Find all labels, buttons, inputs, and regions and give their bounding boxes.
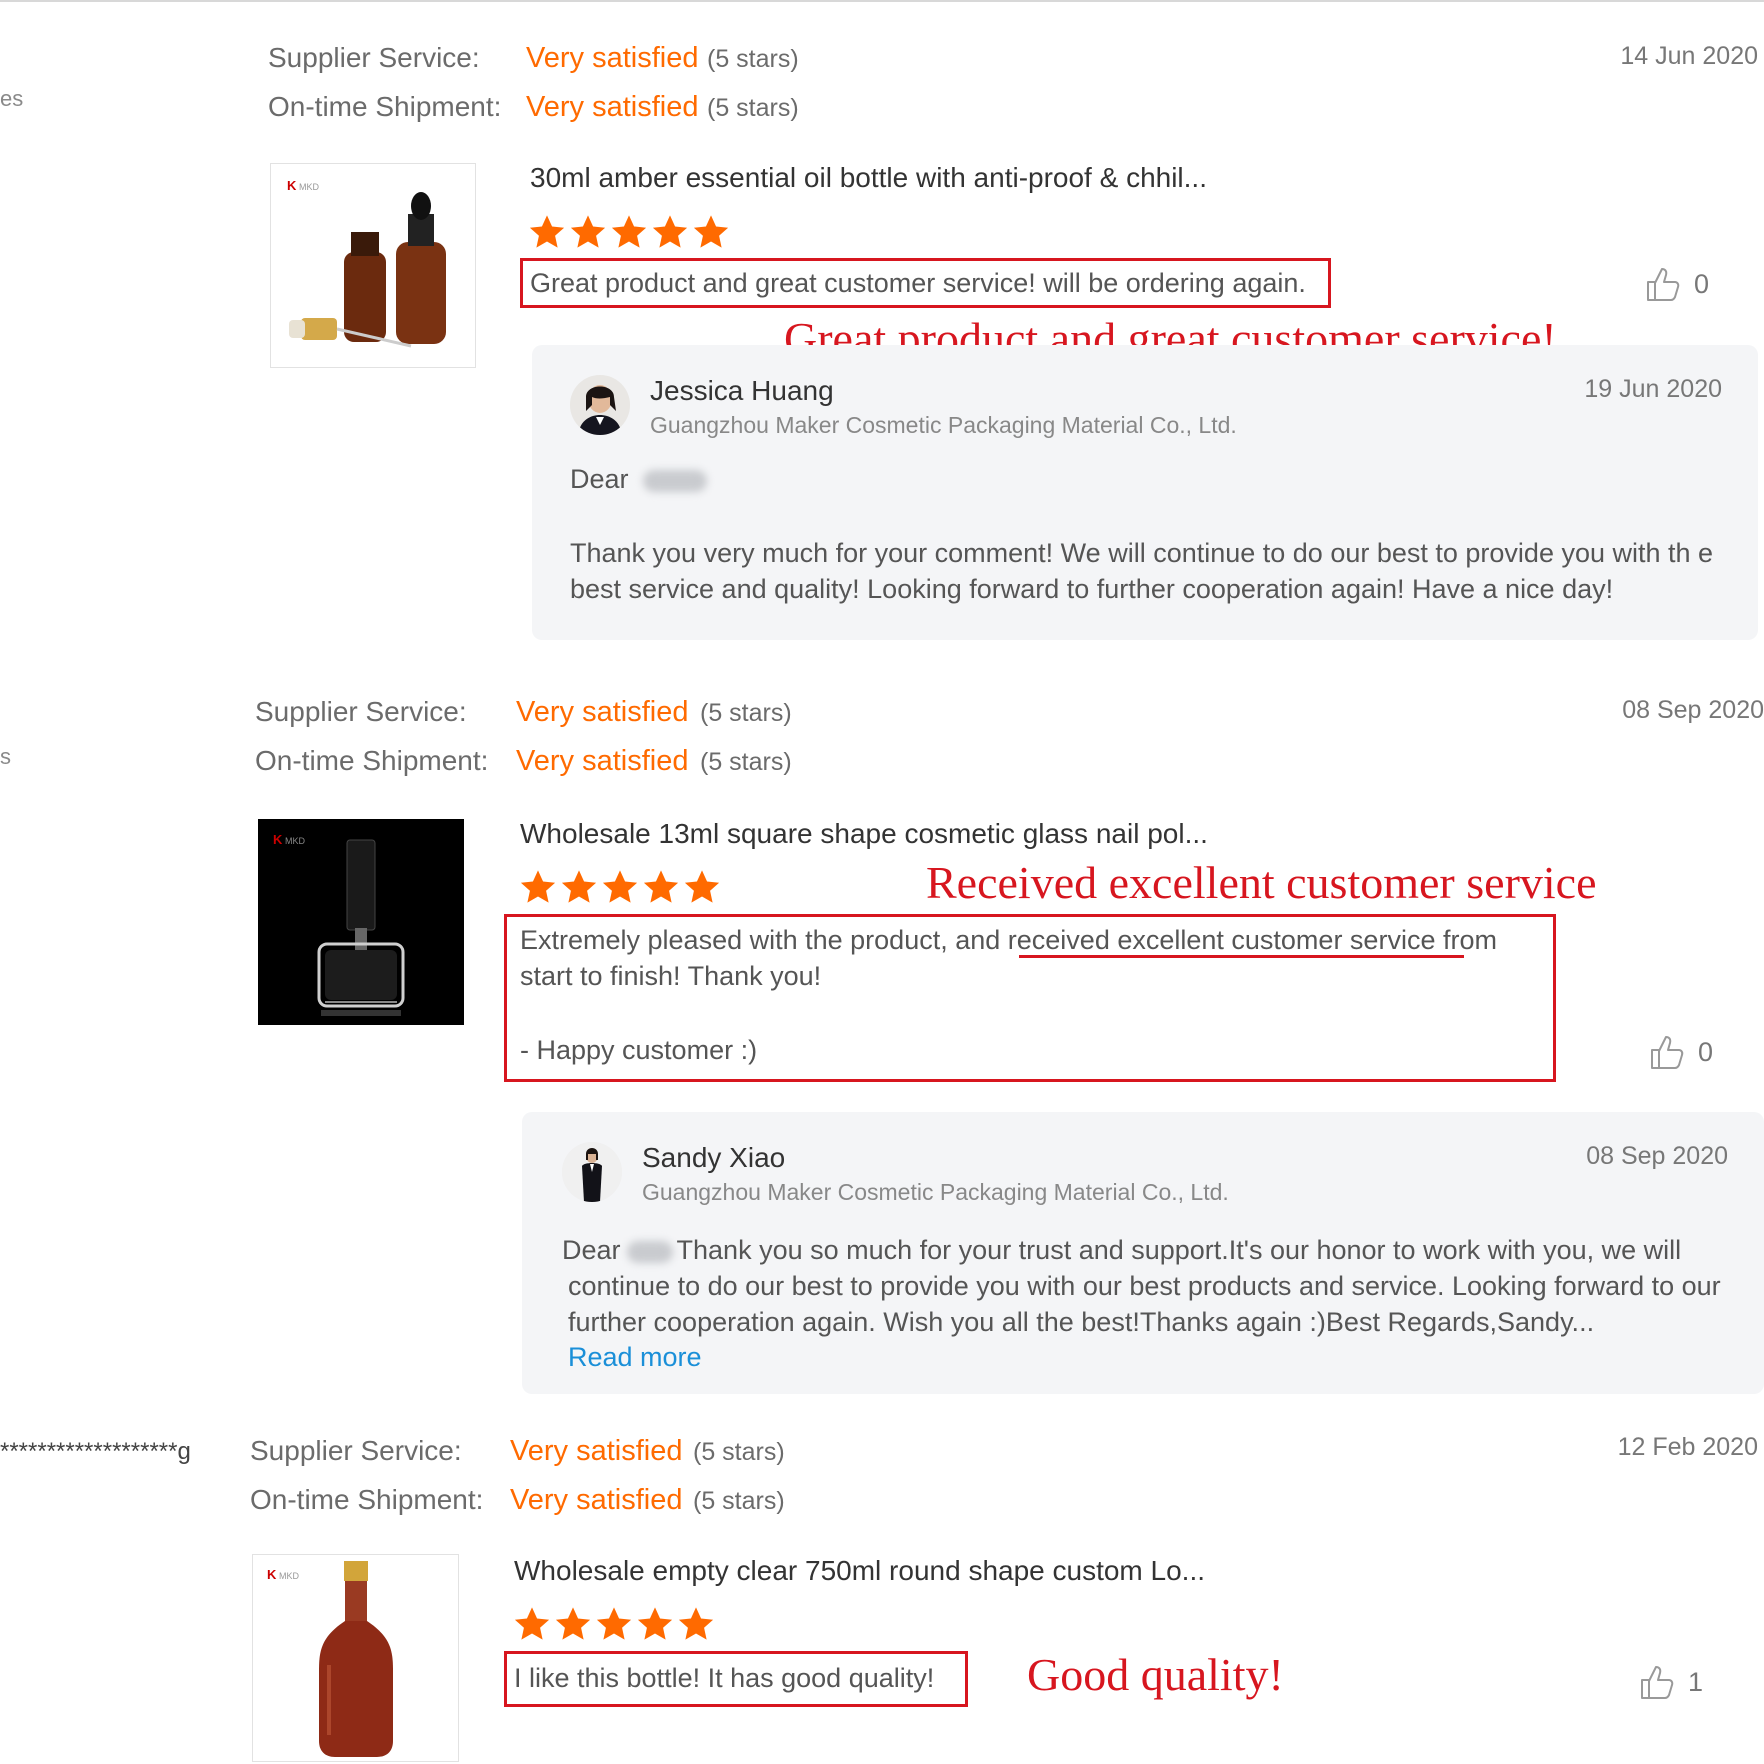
like-count: 1 <box>1688 1666 1704 1697</box>
star-icon <box>602 870 638 903</box>
product-title[interactable]: Wholesale empty clear 750ml round shape … <box>514 1555 1205 1587</box>
replier-name: Sandy Xiao <box>642 1142 786 1173</box>
reviewer-name-fragment: s <box>0 744 11 769</box>
highlight-underline <box>1019 955 1464 958</box>
supplier-service-value: Very satisfied <box>526 42 699 74</box>
reply-text: continue to do our best to provide you w… <box>568 1271 1721 1337</box>
highlighted-phrase: received excellent customer service <box>1007 925 1436 955</box>
svg-text:K: K <box>267 1567 277 1582</box>
star-icon <box>520 870 556 903</box>
shipment-stars: (5 stars) <box>707 94 799 122</box>
product-image-750ml-bottle[interactable]: K MKD <box>252 1554 459 1762</box>
like-count: 0 <box>1694 268 1710 299</box>
svg-text:K: K <box>287 178 297 193</box>
blurred-customer-name <box>642 469 707 492</box>
supplier-service-stars: (5 stars) <box>693 1438 785 1466</box>
shipment-label: On-time Shipment: <box>250 1484 484 1515</box>
shipment-label: On-time Shipment: <box>268 91 502 122</box>
supplier-service-label: Supplier Service: <box>255 696 467 727</box>
read-more-link[interactable]: Read more <box>568 1342 702 1373</box>
review-date: 08 Sep 2020 <box>1622 696 1764 724</box>
review-date: 12 Feb 2020 <box>1617 1433 1758 1461</box>
like-button[interactable]: 0 <box>1650 1034 1713 1070</box>
reply-text: Thank you very much for your comment! We… <box>570 538 1714 604</box>
star-icon <box>678 1607 714 1640</box>
product-image-amber-bottle[interactable]: K MKD <box>270 163 476 368</box>
like-button[interactable]: 1 <box>1640 1664 1703 1700</box>
supplier-reply: Jessica Huang Guangzhou Maker Cosmetic P… <box>532 345 1758 640</box>
top-divider <box>0 0 1764 2</box>
star-icon <box>684 870 720 903</box>
replier-company: Guangzhou Maker Cosmetic Packaging Mater… <box>650 412 1237 438</box>
avatar <box>562 1142 622 1202</box>
reply-date: 08 Sep 2020 <box>1586 1142 1728 1170</box>
review-text-line: start to finish! Thank you! <box>520 961 822 991</box>
review-date: 14 Jun 2020 <box>1620 42 1758 70</box>
product-title[interactable]: Wholesale 13ml square shape cosmetic gla… <box>520 818 1208 850</box>
like-count: 0 <box>1698 1036 1714 1067</box>
shipment-value: Very satisfied <box>516 745 689 777</box>
star-icon <box>570 215 606 248</box>
star-icon <box>561 870 597 903</box>
annotation-callout: Received excellent customer service <box>926 857 1597 908</box>
svg-text:K: K <box>273 832 283 847</box>
review-text: I like this bottle! It has good quality! <box>514 1663 935 1693</box>
shipment-stars: (5 stars) <box>700 748 792 776</box>
avatar <box>570 375 630 435</box>
thumbs-up-icon <box>1647 268 1680 301</box>
product-title[interactable]: 30ml amber essential oil bottle with ant… <box>530 162 1207 194</box>
rating-stars <box>528 213 730 251</box>
thumbs-up-icon <box>1641 1666 1674 1699</box>
product-image-nail-polish-bottle[interactable]: K MKD <box>258 819 464 1025</box>
supplier-service-value: Very satisfied <box>516 696 689 728</box>
star-icon <box>652 215 688 248</box>
replier-name: Jessica Huang <box>650 375 834 406</box>
blurred-customer-name <box>626 1240 673 1263</box>
reply-greeting: Dear Thank you so much for your trust and… <box>562 1235 1682 1265</box>
star-icon <box>637 1607 673 1640</box>
supplier-reply: Sandy Xiao Guangzhou Maker Cosmetic Pack… <box>522 1112 1764 1394</box>
star-icon <box>643 870 679 903</box>
shipment-value: Very satisfied <box>510 1484 683 1516</box>
supplier-service-value: Very satisfied <box>510 1435 683 1467</box>
svg-text:MKD: MKD <box>285 836 306 846</box>
review-text: Extremely pleased with the product, and … <box>520 925 1497 955</box>
rating-stars <box>519 868 721 906</box>
supplier-service-stars: (5 stars) <box>700 699 792 727</box>
star-icon <box>529 215 565 248</box>
like-button[interactable]: 0 <box>1646 266 1709 302</box>
annotation-callout: Good quality! <box>1027 1649 1284 1700</box>
review-text: Great product and great customer service… <box>530 268 1306 298</box>
shipment-label: On-time Shipment: <box>255 745 489 776</box>
supplier-service-label: Supplier Service: <box>250 1435 462 1466</box>
thumbs-up-icon <box>1651 1036 1684 1069</box>
reviewer-name-fragment: *******************g <box>0 1438 191 1465</box>
star-icon <box>596 1607 632 1640</box>
supplier-service-stars: (5 stars) <box>707 45 799 73</box>
svg-text:MKD: MKD <box>279 1571 300 1581</box>
rating-stars <box>513 1605 715 1643</box>
reply-greeting: Dear <box>570 461 707 497</box>
star-icon <box>555 1607 591 1640</box>
svg-text:MKD: MKD <box>299 182 320 192</box>
replier-company: Guangzhou Maker Cosmetic Packaging Mater… <box>642 1179 1229 1205</box>
shipment-stars: (5 stars) <box>693 1487 785 1515</box>
reply-date: 19 Jun 2020 <box>1584 375 1722 403</box>
star-icon <box>514 1607 550 1640</box>
star-icon <box>611 215 647 248</box>
star-icon <box>693 215 729 248</box>
shipment-value: Very satisfied <box>526 91 699 123</box>
supplier-service-label: Supplier Service: <box>268 42 480 73</box>
review-signature: - Happy customer :) <box>520 1035 758 1065</box>
reviewer-name-fragment: es <box>0 86 24 111</box>
